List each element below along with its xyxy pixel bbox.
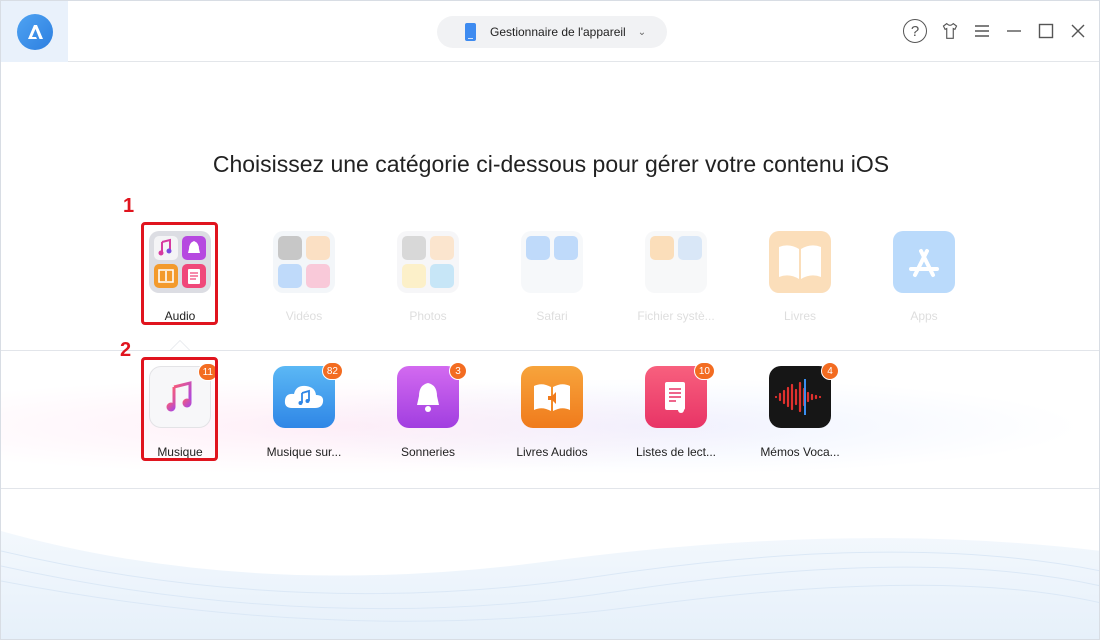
close-icon[interactable] [1069, 20, 1087, 42]
category-label: Safari [536, 309, 568, 323]
count-badge: 82 [321, 362, 343, 380]
category-photos[interactable]: Photos [378, 231, 478, 323]
safari-category-icon [521, 231, 583, 293]
subcategory-label: Livres Audios [516, 445, 588, 459]
subcategory-audiobooks[interactable]: Livres Audios [497, 366, 607, 459]
menu-icon[interactable] [973, 20, 991, 42]
window-controls: ? [903, 19, 1087, 43]
chevron-down-icon: ⌄ [637, 26, 647, 38]
count-badge: 3 [449, 362, 467, 380]
page-heading: Choisissez une catégorie ci-dessous pour… [212, 151, 890, 177]
category-label: Vidéos [285, 309, 323, 323]
subcategory-label: Sonneries [400, 445, 456, 459]
books-category-icon [769, 231, 831, 293]
annotation-step-1: 1 [123, 195, 135, 217]
category-videos[interactable]: Vidéos [254, 231, 354, 323]
category-label: Livres [783, 309, 816, 323]
annotation-box-music [141, 357, 218, 461]
category-safari[interactable]: Safari [502, 231, 602, 323]
subcategory-cloud-music[interactable]: 82 Musique sur... [249, 362, 359, 459]
category-label: Photos [409, 309, 447, 323]
title-bar: Gestionnaire de l'appareil ⌄ ? [1, 1, 1099, 62]
device-manager-dropdown[interactable]: Gestionnaire de l'appareil ⌄ [437, 16, 667, 48]
wave-background [1, 531, 1099, 639]
count-badge: 4 [821, 362, 839, 380]
minimize-icon[interactable] [1005, 20, 1023, 42]
apps-category-icon [893, 231, 955, 293]
category-books[interactable]: Livres [750, 231, 850, 323]
photos-category-icon [397, 231, 459, 293]
audiobook-icon [521, 366, 583, 428]
subcategory-label: Listes de lect... [635, 445, 717, 459]
category-label: Fichier systè... [637, 309, 715, 323]
app-logo-icon [16, 13, 53, 50]
annotation-box-audio [141, 222, 218, 325]
subcategory-voice-memos[interactable]: 4 Mémos Voca... [745, 362, 855, 459]
bell-icon: 3 [397, 362, 467, 428]
phone-icon [465, 23, 476, 41]
app-window: Gestionnaire de l'appareil ⌄ ? Choisisse… [0, 0, 1100, 640]
skin-shirt-icon[interactable] [941, 20, 959, 42]
playlist-icon: 10 [645, 362, 715, 428]
category-file-system[interactable]: Fichier systè... [626, 231, 726, 323]
cloud-music-icon: 82 [273, 362, 343, 428]
device-manager-label: Gestionnaire de l'appareil [490, 25, 626, 39]
maximize-icon[interactable] [1037, 20, 1055, 42]
help-icon[interactable]: ? [903, 19, 927, 43]
voice-memo-icon: 4 [769, 362, 839, 428]
file-system-category-icon [645, 231, 707, 293]
annotation-step-2: 2 [120, 339, 132, 361]
count-badge: 10 [693, 362, 715, 380]
subcategory-label: Musique sur... [266, 445, 342, 459]
subcategory-label: Mémos Voca... [760, 445, 840, 459]
app-logo[interactable] [1, 1, 68, 62]
category-label: Apps [910, 309, 938, 323]
videos-category-icon [273, 231, 335, 293]
subcategory-playlists[interactable]: 10 Listes de lect... [621, 362, 731, 459]
panel-pointer [170, 340, 190, 350]
category-apps[interactable]: Apps [874, 231, 974, 323]
subcategory-ringtones[interactable]: 3 Sonneries [373, 362, 483, 459]
